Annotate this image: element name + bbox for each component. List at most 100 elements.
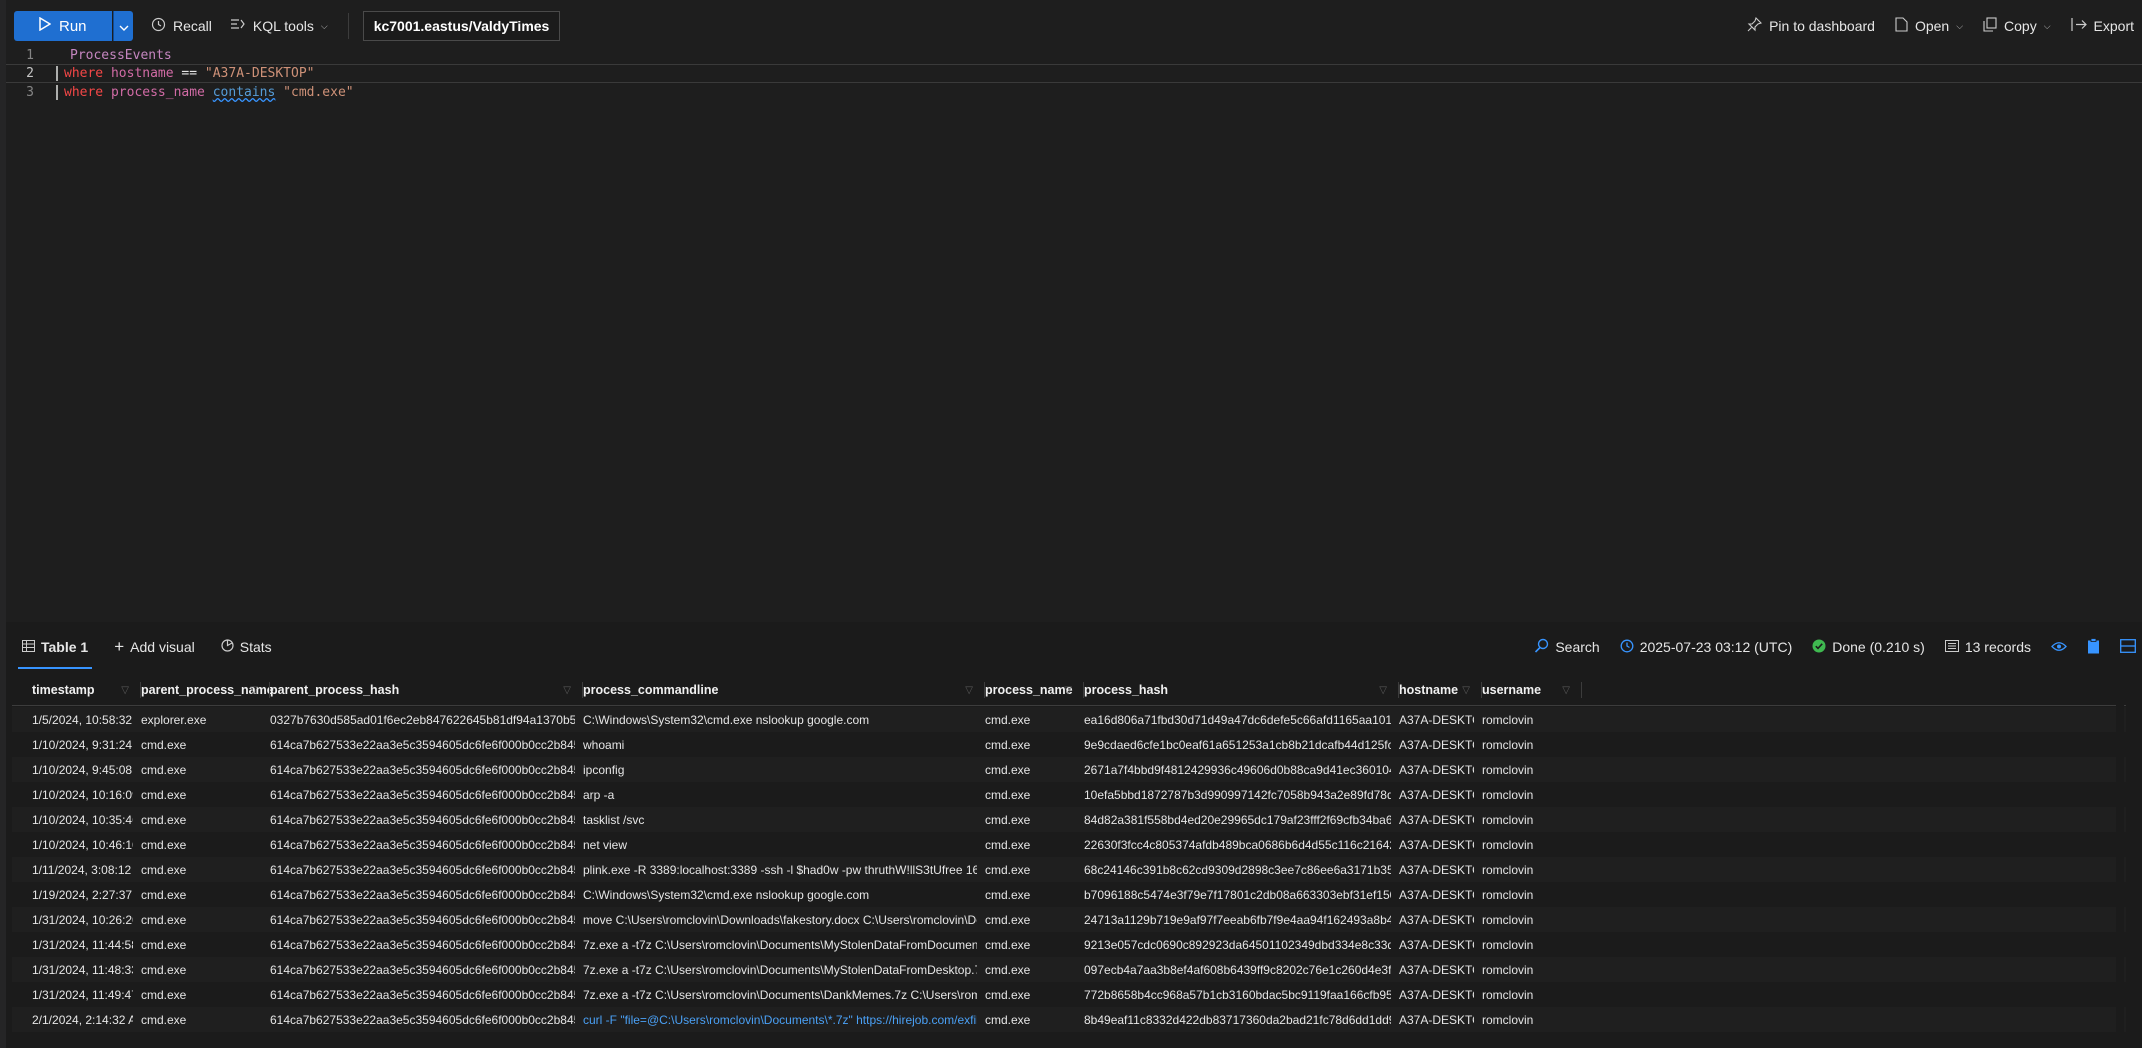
- cell-username[interactable]: romclovin: [1482, 857, 1574, 882]
- cell-process-commandline[interactable]: C:\Windows\System32\cmd.exe nslookup goo…: [583, 882, 977, 907]
- column-header-parent-process-hash[interactable]: parent_process_hash ▽: [270, 674, 583, 706]
- recall-button[interactable]: Recall: [151, 17, 212, 35]
- filter-icon[interactable]: ▽: [965, 685, 973, 696]
- run-options-dropdown[interactable]: [113, 11, 133, 41]
- cell-parent-process-hash[interactable]: 614ca7b627533e22aa3e5c3594605dc6fe6f000b…: [270, 757, 575, 782]
- cell-process-name[interactable]: cmd.exe: [985, 732, 1076, 757]
- filter-icon[interactable]: ▽: [1562, 685, 1570, 696]
- open-menu[interactable]: Open ⌵: [1895, 17, 1963, 35]
- cell-hostname[interactable]: A37A-DESKTOP: [1399, 782, 1474, 807]
- table-row[interactable]: 1/19/2024, 2:27:37 PM cmd.exe 614ca7b62753…: [12, 882, 2126, 907]
- filter-icon[interactable]: ▽: [1064, 685, 1072, 696]
- cell-hostname[interactable]: A37A-DESKTOP: [1399, 1007, 1474, 1032]
- cell-process-hash[interactable]: 097ecb4a7aa3b8ef4af608b6439ff9c8202c76e1…: [1084, 957, 1391, 982]
- cell-username[interactable]: romclovin: [1482, 782, 1574, 807]
- grid-scrollbar[interactable]: [2116, 674, 2124, 1048]
- table-row[interactable]: 1/5/2024, 10:58:32 AM explorer.exe 0327b76…: [12, 707, 2126, 732]
- cell-process-commandline[interactable]: 7z.exe a -t7z C:\Users\romclovin\Documen…: [583, 982, 977, 1007]
- column-header-process-name[interactable]: process_name ▽: [985, 674, 1084, 706]
- cell-process-name[interactable]: cmd.exe: [985, 782, 1076, 807]
- table-row[interactable]: 1/31/2024, 11:44:58 AM cmd.exe 614ca7b6275…: [12, 932, 2126, 957]
- tab-table-1[interactable]: Table 1: [12, 622, 98, 672]
- cell-parent-process-name[interactable]: cmd.exe: [141, 982, 262, 1007]
- cell-hostname[interactable]: A37A-DESKTOP: [1399, 882, 1474, 907]
- cell-username[interactable]: romclovin: [1482, 707, 1574, 732]
- cell-hostname[interactable]: A37A-DESKTOP: [1399, 982, 1474, 1007]
- column-header-hostname[interactable]: hostname ▽: [1399, 674, 1482, 706]
- cell-username[interactable]: romclovin: [1482, 757, 1574, 782]
- cell-parent-process-name[interactable]: cmd.exe: [141, 807, 262, 832]
- cell-process-commandline[interactable]: tasklist /svc: [583, 807, 977, 832]
- cell-process-commandline[interactable]: ipconfig: [583, 757, 977, 782]
- cell-timestamp[interactable]: 1/10/2024, 9:45:08 AM: [32, 757, 133, 782]
- cell-process-commandline[interactable]: 7z.exe a -t7z C:\Users\romclovin\Documen…: [583, 957, 977, 982]
- cell-hostname[interactable]: A37A-DESKTOP: [1399, 957, 1474, 982]
- table-row[interactable]: 1/10/2024, 9:45:08 AM cmd.exe 614ca7b62753…: [12, 757, 2126, 782]
- cell-process-commandline[interactable]: C:\Windows\System32\cmd.exe nslookup goo…: [583, 707, 977, 732]
- cell-parent-process-hash[interactable]: 614ca7b627533e22aa3e5c3594605dc6fe6f000b…: [270, 957, 575, 982]
- cell-timestamp[interactable]: 1/5/2024, 10:58:32 AM: [32, 707, 133, 732]
- search-results-button[interactable]: Search: [1534, 638, 1600, 656]
- cell-process-commandline[interactable]: plink.exe -R 3389:localhost:3389 -ssh -l…: [583, 857, 977, 882]
- cell-parent-process-hash[interactable]: 614ca7b627533e22aa3e5c3594605dc6fe6f000b…: [270, 882, 575, 907]
- cell-process-hash[interactable]: 8b49eaf11c8332d422db83717360da2bad21fc78…: [1084, 1007, 1391, 1032]
- cell-parent-process-name[interactable]: cmd.exe: [141, 907, 262, 932]
- cell-parent-process-hash[interactable]: 614ca7b627533e22aa3e5c3594605dc6fe6f000b…: [270, 932, 575, 957]
- cell-process-hash[interactable]: 9e9cdaed6cfe1bc0eaf61a651253a1cb8b21dcaf…: [1084, 732, 1391, 757]
- cell-hostname[interactable]: A37A-DESKTOP: [1399, 707, 1474, 732]
- cell-username[interactable]: romclovin: [1482, 907, 1574, 932]
- cell-parent-process-hash[interactable]: 614ca7b627533e22aa3e5c3594605dc6fe6f000b…: [270, 907, 575, 932]
- cell-parent-process-hash[interactable]: 614ca7b627533e22aa3e5c3594605dc6fe6f000b…: [270, 982, 575, 1007]
- cell-parent-process-name[interactable]: explorer.exe: [141, 707, 262, 732]
- cell-parent-process-name[interactable]: cmd.exe: [141, 732, 262, 757]
- column-resize-handle[interactable]: [1581, 682, 1582, 698]
- column-header-parent-process-name[interactable]: parent_process_name ▽: [141, 674, 274, 706]
- cell-parent-process-hash[interactable]: 614ca7b627533e22aa3e5c3594605dc6fe6f000b…: [270, 1007, 575, 1032]
- table-row[interactable]: 1/10/2024, 10:46:10 AM cmd.exe 614ca7b6275…: [12, 832, 2126, 857]
- filter-icon[interactable]: ▽: [1462, 685, 1470, 696]
- cell-timestamp[interactable]: 1/31/2024, 10:26:20 AM: [32, 907, 133, 932]
- cell-timestamp[interactable]: 1/10/2024, 10:46:10 AM: [32, 832, 133, 857]
- table-row[interactable]: 2/1/2024, 2:14:32 AM cmd.exe 614ca7b627533…: [12, 1007, 2126, 1032]
- cluster-database-selector[interactable]: kc7001.eastus/ValdyTimes: [362, 11, 561, 41]
- cell-process-hash[interactable]: 84d82a381f558bd4ed20e29965dc179af23fff2f…: [1084, 807, 1391, 832]
- cell-username[interactable]: romclovin: [1482, 882, 1574, 907]
- cell-parent-process-hash[interactable]: 614ca7b627533e22aa3e5c3594605dc6fe6f000b…: [270, 832, 575, 857]
- cell-parent-process-name[interactable]: cmd.exe: [141, 832, 262, 857]
- kql-tools-menu[interactable]: KQL tools ⌵: [230, 17, 328, 35]
- cell-process-name[interactable]: cmd.exe: [985, 957, 1076, 982]
- cell-process-commandline[interactable]: whoami: [583, 732, 977, 757]
- cell-parent-process-hash[interactable]: 614ca7b627533e22aa3e5c3594605dc6fe6f000b…: [270, 857, 575, 882]
- pin-to-dashboard-button[interactable]: Pin to dashboard: [1747, 16, 1875, 35]
- cell-process-name[interactable]: cmd.exe: [985, 1007, 1076, 1032]
- filter-icon[interactable]: ▽: [121, 685, 129, 696]
- cell-username[interactable]: romclovin: [1482, 807, 1574, 832]
- filter-icon[interactable]: ▽: [1379, 685, 1387, 696]
- cell-parent-process-name[interactable]: cmd.exe: [141, 1007, 262, 1032]
- cell-process-hash[interactable]: 68c24146c391b8c62cd9309d2898c3ee7c86ee6a…: [1084, 857, 1391, 882]
- cell-hostname[interactable]: A37A-DESKTOP: [1399, 857, 1474, 882]
- table-row[interactable]: 1/31/2024, 11:48:33 AM cmd.exe 614ca7b6275…: [12, 957, 2126, 982]
- cell-process-hash[interactable]: 10efa5bbd1872787b3d990997142fc7058b943a2…: [1084, 782, 1391, 807]
- layout-toggle-button[interactable]: [2120, 638, 2136, 656]
- cell-process-hash[interactable]: 9213e057cdc0690c892923da64501102349dbd33…: [1084, 932, 1391, 957]
- export-button[interactable]: Export: [2070, 17, 2134, 35]
- cell-timestamp[interactable]: 1/31/2024, 11:48:33 AM: [32, 957, 133, 982]
- cell-parent-process-hash[interactable]: 614ca7b627533e22aa3e5c3594605dc6fe6f000b…: [270, 782, 575, 807]
- cell-parent-process-hash[interactable]: 614ca7b627533e22aa3e5c3594605dc6fe6f000b…: [270, 732, 575, 757]
- cell-process-hash[interactable]: 2671a7f4bbd9f4812429936c49606d0b88ca9d41…: [1084, 757, 1391, 782]
- cell-timestamp[interactable]: 2/1/2024, 2:14:32 AM: [32, 1007, 133, 1032]
- cell-process-hash[interactable]: 22630f3fcc4c805374afdb489bca0686b6d4d55c…: [1084, 832, 1391, 857]
- column-header-process-hash[interactable]: process_hash ▽: [1084, 674, 1399, 706]
- cell-timestamp[interactable]: 1/10/2024, 9:31:24 AM: [32, 732, 133, 757]
- cell-timestamp[interactable]: 1/11/2024, 3:08:12 AM: [32, 857, 133, 882]
- cell-parent-process-hash[interactable]: 614ca7b627533e22aa3e5c3594605dc6fe6f000b…: [270, 807, 575, 832]
- copy-menu[interactable]: Copy ⌵: [1983, 17, 2051, 35]
- cell-process-name[interactable]: cmd.exe: [985, 882, 1076, 907]
- table-row[interactable]: 1/31/2024, 11:49:47 AM cmd.exe 614ca7b6275…: [12, 982, 2126, 1007]
- cell-process-commandline[interactable]: net view: [583, 832, 977, 857]
- cell-process-name[interactable]: cmd.exe: [985, 832, 1076, 857]
- cell-parent-process-hash[interactable]: 0327b7630d585ad01f6ec2eb847622645b81df94…: [270, 707, 575, 732]
- cell-username[interactable]: romclovin: [1482, 957, 1574, 982]
- cell-username[interactable]: romclovin: [1482, 932, 1574, 957]
